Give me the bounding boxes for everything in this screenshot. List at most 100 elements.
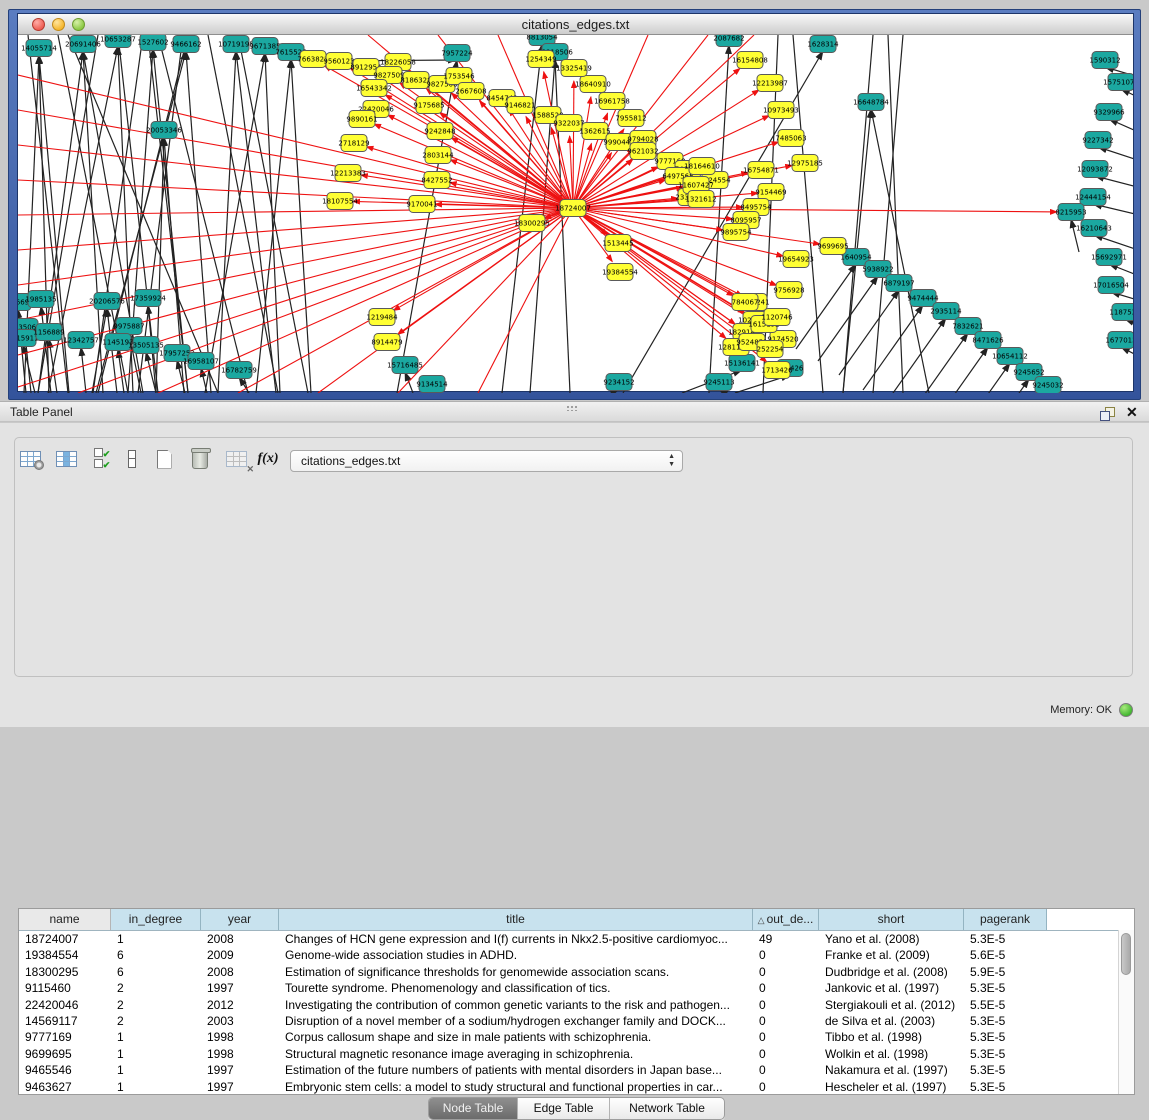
cell-pagerank[interactable]: 5.9E-5 bbox=[964, 964, 1047, 980]
graph-node[interactable]: 12213383 bbox=[330, 165, 366, 182]
graph-node[interactable]: 18640910 bbox=[575, 76, 611, 93]
cell-title[interactable]: Corpus callosum shape and size in male p… bbox=[279, 1029, 753, 1045]
graph-node[interactable]: 12444154 bbox=[1075, 189, 1111, 206]
cell-out_de[interactable]: 0 bbox=[753, 1013, 819, 1029]
table-row[interactable]: 1456911722003Disruption of a novel membe… bbox=[19, 1013, 1134, 1029]
cell-short[interactable]: Tibbo et al. (1998) bbox=[819, 1029, 964, 1045]
graph-node[interactable]: 20053346 bbox=[146, 122, 182, 139]
graph-node[interactable]: 9466162 bbox=[170, 36, 201, 53]
graph-node[interactable]: 16958107 bbox=[183, 353, 219, 370]
graph-node[interactable]: 8215953 bbox=[1055, 204, 1086, 221]
cell-pagerank[interactable]: 5.3E-5 bbox=[964, 931, 1047, 947]
tab-node-table[interactable]: Node Table bbox=[429, 1098, 518, 1119]
cell-pagerank[interactable]: 5.3E-5 bbox=[964, 1046, 1047, 1062]
column-header-title[interactable]: title bbox=[279, 909, 753, 930]
graph-node[interactable]: 20206576 bbox=[89, 293, 125, 310]
graph-node[interactable]: 19654923 bbox=[778, 251, 814, 268]
cell-title[interactable]: Genome-wide association studies in ADHD. bbox=[279, 947, 753, 963]
cell-pagerank[interactable]: 5.3E-5 bbox=[964, 1013, 1047, 1029]
table-row[interactable]: 911546021997Tourette syndrome. Phenomeno… bbox=[19, 980, 1134, 996]
network-canvas[interactable]: 1405571420691406106532871527602946616210… bbox=[18, 35, 1133, 393]
column-header-out_de[interactable]: △out_de... bbox=[753, 909, 819, 930]
cell-year[interactable]: 1997 bbox=[201, 1079, 279, 1095]
graph-node[interactable]: 1513445 bbox=[602, 235, 633, 252]
table-row[interactable]: 969969511998Structural magnetic resonanc… bbox=[19, 1046, 1134, 1062]
graph-node[interactable]: 9975887 bbox=[113, 318, 144, 335]
close-traffic-light[interactable] bbox=[32, 18, 45, 31]
cell-short[interactable]: Wolkin et al. (1998) bbox=[819, 1046, 964, 1062]
cell-name[interactable]: 9115460 bbox=[19, 980, 111, 996]
graph-node[interactable]: 15136141 bbox=[724, 355, 760, 372]
cell-short[interactable]: Jankovic et al. (1997) bbox=[819, 980, 964, 996]
tab-edge-table[interactable]: Edge Table bbox=[518, 1098, 610, 1119]
graph-node[interactable]: 12342757 bbox=[63, 332, 99, 349]
cell-pagerank[interactable]: 5.6E-5 bbox=[964, 947, 1047, 963]
minimize-traffic-light[interactable] bbox=[52, 18, 65, 31]
graph-node[interactable]: 7957224 bbox=[441, 45, 473, 62]
cell-short[interactable]: Franke et al. (2009) bbox=[819, 947, 964, 963]
close-panel-icon[interactable]: ✕ bbox=[1126, 404, 1138, 421]
select-columns-button[interactable]: ✔ ✔ bbox=[88, 446, 116, 472]
graph-node[interactable]: 6879197 bbox=[883, 275, 914, 292]
graph-node[interactable]: 16154808 bbox=[732, 52, 768, 69]
cell-name[interactable]: 18300295 bbox=[19, 964, 111, 980]
cell-in_degree[interactable]: 1 bbox=[111, 1046, 201, 1062]
cell-year[interactable]: 2008 bbox=[201, 931, 279, 947]
graph-node[interactable]: 2667608 bbox=[455, 83, 486, 100]
float-panel-icon[interactable] bbox=[1100, 407, 1115, 420]
cell-in_degree[interactable]: 6 bbox=[111, 947, 201, 963]
cell-in_degree[interactable]: 1 bbox=[111, 931, 201, 947]
graph-node[interactable]: 8914479 bbox=[371, 334, 402, 351]
graph-node[interactable]: 1219484 bbox=[366, 309, 398, 326]
panel-drag-grip[interactable] bbox=[566, 405, 578, 411]
graph-node[interactable]: 15716485 bbox=[387, 357, 423, 374]
graph-node[interactable]: 16961758 bbox=[594, 93, 630, 110]
table-row[interactable]: 2242004622012Investigating the contribut… bbox=[19, 997, 1134, 1013]
graph-node[interactable]: 1527602 bbox=[137, 35, 168, 51]
cell-short[interactable]: Stergiakouli et al. (2012) bbox=[819, 997, 964, 1013]
table-selector-dropdown[interactable]: citations_edges.txt ▲▼ bbox=[290, 450, 683, 472]
cell-in_degree[interactable]: 1 bbox=[111, 1062, 201, 1078]
cell-short[interactable]: Dudbridge et al. (2008) bbox=[819, 964, 964, 980]
graph-node[interactable]: 2087682 bbox=[713, 35, 744, 47]
graph-node[interactable]: 17016504 bbox=[1093, 277, 1129, 294]
column-header-name[interactable]: name bbox=[19, 909, 111, 930]
graph-node[interactable]: 15751074 bbox=[1103, 74, 1133, 91]
graph-node[interactable]: 9134514 bbox=[416, 376, 448, 393]
cell-name[interactable]: 22420046 bbox=[19, 997, 111, 1013]
graph-node[interactable]: 1321612 bbox=[685, 191, 716, 208]
cell-title[interactable]: Disruption of a novel member of a sodium… bbox=[279, 1013, 753, 1029]
graph-node[interactable]: 12093872 bbox=[1077, 161, 1113, 178]
cell-out_de[interactable]: 0 bbox=[753, 980, 819, 996]
table-row[interactable]: 946554611997Estimation of the future num… bbox=[19, 1062, 1134, 1078]
cell-out_de[interactable]: 0 bbox=[753, 997, 819, 1013]
cell-short[interactable]: Yano et al. (2008) bbox=[819, 931, 964, 947]
cell-year[interactable]: 2008 bbox=[201, 964, 279, 980]
graph-node[interactable]: 10973493 bbox=[763, 102, 799, 119]
cell-name[interactable]: 9699695 bbox=[19, 1046, 111, 1062]
graph-node[interactable]: 2718129 bbox=[338, 135, 369, 152]
column-header-short[interactable]: short bbox=[819, 909, 964, 930]
graph-node[interactable]: 16754871 bbox=[743, 162, 779, 179]
cell-title[interactable]: Structural magnetic resonance image aver… bbox=[279, 1046, 753, 1062]
cell-out_de[interactable]: 0 bbox=[753, 1062, 819, 1078]
table-vertical-scrollbar[interactable] bbox=[1118, 930, 1134, 1094]
cell-year[interactable]: 1997 bbox=[201, 1062, 279, 1078]
graph-node[interactable]: 16782759 bbox=[221, 362, 257, 379]
graph-node[interactable]: 14055714 bbox=[21, 40, 57, 57]
cell-title[interactable]: Estimation of the future numbers of pati… bbox=[279, 1062, 753, 1078]
table-row[interactable]: 946362711997Embryonic stem cells: a mode… bbox=[19, 1079, 1134, 1095]
graph-node[interactable]: 16543342 bbox=[356, 80, 392, 97]
graph-node[interactable]: 18107554 bbox=[322, 193, 358, 210]
cell-short[interactable]: de Silva et al. (2003) bbox=[819, 1013, 964, 1029]
graph-node[interactable]: 1156889 bbox=[33, 324, 64, 341]
column-header-year[interactable]: year bbox=[201, 909, 279, 930]
cell-year[interactable]: 2009 bbox=[201, 947, 279, 963]
graph-node[interactable]: 9621032 bbox=[627, 143, 658, 160]
graph-node[interactable]: 10654112 bbox=[992, 348, 1028, 365]
graph-node[interactable]: 1713426 bbox=[761, 362, 793, 379]
graph-node[interactable]: 9146821 bbox=[504, 97, 535, 114]
cell-title[interactable]: Investigating the contribution of common… bbox=[279, 997, 753, 1013]
delete-table-button[interactable]: ✕ bbox=[222, 446, 250, 472]
table-row[interactable]: 1938455462009Genome-wide association stu… bbox=[19, 947, 1134, 963]
